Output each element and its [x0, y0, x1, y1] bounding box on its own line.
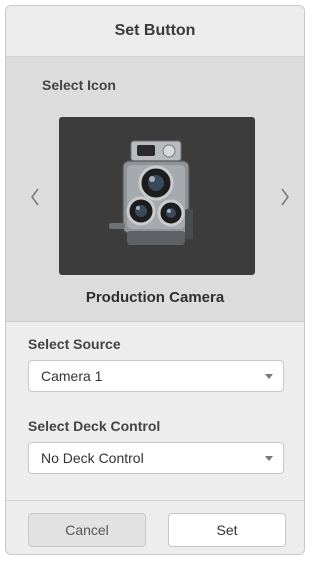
source-dropdown-value: Camera 1 — [41, 368, 103, 384]
deck-control-dropdown-value: No Deck Control — [41, 450, 144, 466]
dialog-titlebar: Set Button — [6, 6, 304, 57]
select-deck-control-section: Select Deck Control No Deck Control — [28, 418, 284, 474]
deck-control-dropdown[interactable]: No Deck Control — [28, 442, 284, 474]
selected-icon-name: Production Camera — [85, 289, 225, 306]
chevron-down-icon — [265, 455, 273, 461]
source-dropdown[interactable]: Camera 1 — [28, 360, 284, 392]
dialog-title: Set Button — [114, 22, 196, 39]
select-source-section: Select Source Camera 1 — [28, 336, 284, 392]
chevron-right-icon — [281, 188, 289, 206]
set-button[interactable]: Set — [168, 513, 286, 547]
select-icon-label: Select Icon — [42, 77, 116, 93]
icon-preview[interactable] — [59, 117, 255, 275]
chevron-down-icon — [265, 373, 273, 379]
set-button-dialog: Set Button Select Icon Production Camera… — [5, 5, 305, 555]
select-source-label: Select Source — [28, 336, 121, 352]
next-icon-button[interactable] — [273, 182, 297, 212]
icon-selector: Select Icon Production Camera — [6, 57, 304, 322]
cancel-button[interactable]: Cancel — [28, 513, 146, 547]
production-camera-icon — [109, 140, 193, 245]
footer-divider — [6, 500, 304, 501]
previous-icon-button[interactable] — [23, 182, 47, 212]
chevron-left-icon — [31, 188, 39, 206]
select-deck-control-label: Select Deck Control — [28, 418, 161, 434]
